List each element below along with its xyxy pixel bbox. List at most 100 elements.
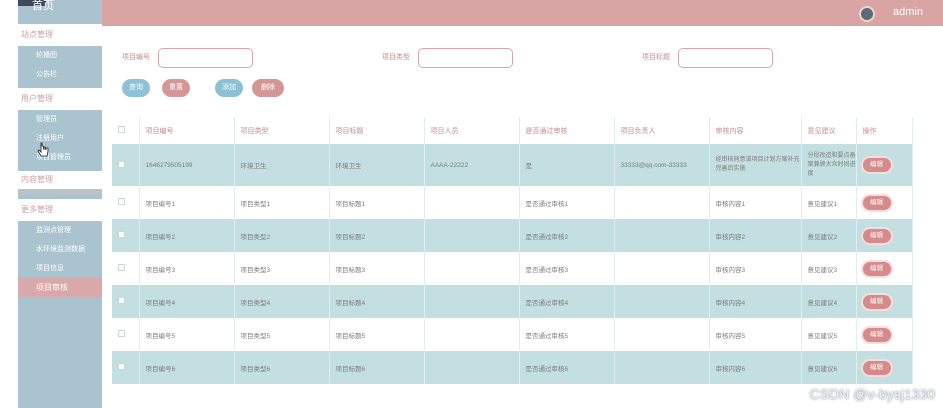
cell-suggestion: 意见建议5	[801, 318, 857, 351]
edit-button[interactable]: 编辑	[862, 294, 891, 309]
table-row: 项目编号2 项目类型2 项目标题2 是否通过审核2 审核内容2 意见建议2 编辑	[112, 219, 913, 252]
edit-button[interactable]: 编辑	[862, 158, 891, 172]
row-select-cell[interactable]	[112, 252, 140, 285]
sidebar-item-registered-users[interactable]: 注册用户	[18, 129, 102, 148]
add-button[interactable]: 添加	[215, 79, 243, 97]
cell-actions: 编辑	[856, 219, 913, 252]
query-button[interactable]: 查询	[122, 79, 150, 97]
row-checkbox[interactable]	[118, 363, 125, 370]
edit-button[interactable]: 编辑	[862, 228, 891, 243]
cell-approved: 是否通过审核6	[519, 351, 615, 384]
cell-project-type: 项目类型2	[234, 219, 330, 252]
cell-lead	[614, 252, 710, 285]
search-field-project-no: 项目编号	[122, 48, 262, 68]
sidebar-item-project-review[interactable]: 项目审核	[18, 278, 102, 297]
col-header-project-staff: 项目人员	[424, 117, 520, 144]
cell-review-content: 审核内容4	[709, 285, 802, 318]
cell-review-content: 审核内容5	[709, 318, 802, 351]
sidebar: 首页 站点管理 轮播图 公告栏 用户管理 管理员 注册用户 项目管理员 内容管理…	[18, 0, 102, 408]
sidebar-item-project-admin[interactable]: 项目管理员	[18, 148, 102, 167]
user-avatar-icon[interactable]	[859, 6, 875, 22]
cell-project-staff: AAAA-22222	[424, 144, 520, 186]
cell-project-title: 项目标题2	[329, 219, 425, 252]
project-table: 项目编号 项目类型 项目标题 项目人员 是否通过审核 项目负责人 审核内容 意见…	[112, 117, 913, 384]
cell-review-content: 审核内容3	[709, 252, 802, 285]
sidebar-group-users[interactable]: 用户管理	[18, 88, 102, 110]
project-no-input[interactable]	[158, 48, 253, 68]
search-field-project-title: 项目标题	[642, 48, 782, 68]
cell-project-type: 项目类型1	[234, 186, 330, 219]
cell-suggestion: 意见建议1	[801, 186, 857, 219]
cell-project-no: 1646279505199	[139, 144, 235, 186]
sidebar-item-carousel[interactable]: 轮播图	[18, 46, 102, 65]
project-title-label: 项目标题	[642, 54, 670, 61]
cell-suggestion: 意见建议6	[801, 351, 857, 384]
cell-approved: 是否通过审核2	[519, 219, 615, 252]
project-title-input[interactable]	[678, 48, 773, 68]
row-select-cell[interactable]	[112, 285, 140, 318]
cell-project-type: 项目类型6	[234, 351, 330, 384]
sidebar-item-monitor-points[interactable]: 监测点管理	[18, 221, 102, 240]
cell-review-content: 审核内容6	[709, 351, 802, 384]
sidebar-group-content[interactable]: 内容管理	[18, 171, 102, 189]
row-select-cell[interactable]	[112, 351, 140, 384]
row-checkbox[interactable]	[118, 297, 125, 304]
cell-review-content: 审核内容2	[709, 219, 802, 252]
search-bar: 项目编号 项目类型 项目标题	[122, 48, 922, 68]
sidebar-group-more[interactable]: 更多管理	[18, 199, 102, 221]
row-select-cell[interactable]	[112, 318, 140, 351]
cell-project-staff	[424, 285, 520, 318]
edit-button[interactable]: 编辑	[862, 195, 891, 210]
cell-project-title: 项目标题3	[329, 252, 425, 285]
row-checkbox[interactable]	[118, 231, 125, 238]
cell-review-content: 审核内容1	[709, 186, 802, 219]
col-header-project-no: 项目编号	[139, 117, 235, 144]
row-select-cell[interactable]	[112, 219, 140, 252]
sidebar-item-project-info[interactable]: 项目信息	[18, 259, 102, 278]
cell-lead	[614, 219, 710, 252]
project-no-label: 项目编号	[122, 54, 150, 61]
username[interactable]: admin	[893, 6, 923, 18]
table-row: 项目编号3 项目类型3 项目标题3 是否通过审核3 审核内容3 意见建议3 编辑	[112, 252, 913, 285]
edit-button[interactable]: 编辑	[862, 261, 891, 276]
sidebar-item-admin[interactable]: 管理员	[18, 110, 102, 129]
row-checkbox[interactable]	[118, 330, 125, 337]
edit-button[interactable]: 编辑	[862, 327, 891, 342]
col-header-review-content: 审核内容	[709, 117, 802, 144]
delete-button[interactable]: 删除	[252, 79, 284, 97]
project-type-input[interactable]	[418, 48, 513, 68]
table-row: 项目编号4 项目类型4 项目标题4 是否通过审核4 审核内容4 意见建议4 编辑	[112, 285, 913, 318]
cell-lead	[614, 351, 710, 384]
select-all-cell[interactable]	[112, 117, 140, 144]
sidebar-item-water-data[interactable]: 水环境监测数据	[18, 240, 102, 259]
edit-button[interactable]: 编辑	[862, 360, 891, 375]
app-root: 首页 站点管理 轮播图 公告栏 用户管理 管理员 注册用户 项目管理员 内容管理…	[0, 0, 943, 408]
cell-project-no: 项目编号2	[139, 219, 235, 252]
cell-actions: 编辑	[856, 351, 913, 384]
cell-project-staff	[424, 219, 520, 252]
sidebar-group-site[interactable]: 站点管理	[18, 24, 102, 46]
cell-lead	[614, 318, 710, 351]
cell-lead	[614, 186, 710, 219]
reset-button[interactable]: 重置	[162, 79, 190, 97]
row-select-cell[interactable]	[112, 186, 140, 219]
cell-approved: 是否通过审核1	[519, 186, 615, 219]
row-select-cell[interactable]	[112, 144, 140, 186]
cell-project-staff	[424, 318, 520, 351]
hand-cursor-icon	[37, 142, 49, 157]
cell-lead: 33333@qq.com-33333	[614, 144, 710, 186]
row-checkbox[interactable]	[118, 264, 125, 271]
row-checkbox[interactable]	[118, 160, 125, 168]
cell-actions: 编辑	[856, 144, 913, 186]
table-row: 项目编号1 项目类型1 项目标题1 是否通过审核1 审核内容1 意见建议1 编辑	[112, 186, 913, 219]
cell-actions: 编辑	[856, 285, 913, 318]
cell-project-no: 项目编号3	[139, 252, 235, 285]
sidebar-home[interactable]: 首页	[18, 0, 102, 24]
row-checkbox[interactable]	[118, 198, 125, 205]
cell-project-title: 项目标题5	[329, 318, 425, 351]
cell-project-staff	[424, 186, 520, 219]
cell-project-no: 项目编号5	[139, 318, 235, 351]
sidebar-item-notice[interactable]: 公告栏	[18, 65, 102, 84]
cell-suggestion: 意见建议2	[801, 219, 857, 252]
select-all-checkbox[interactable]	[118, 126, 125, 133]
